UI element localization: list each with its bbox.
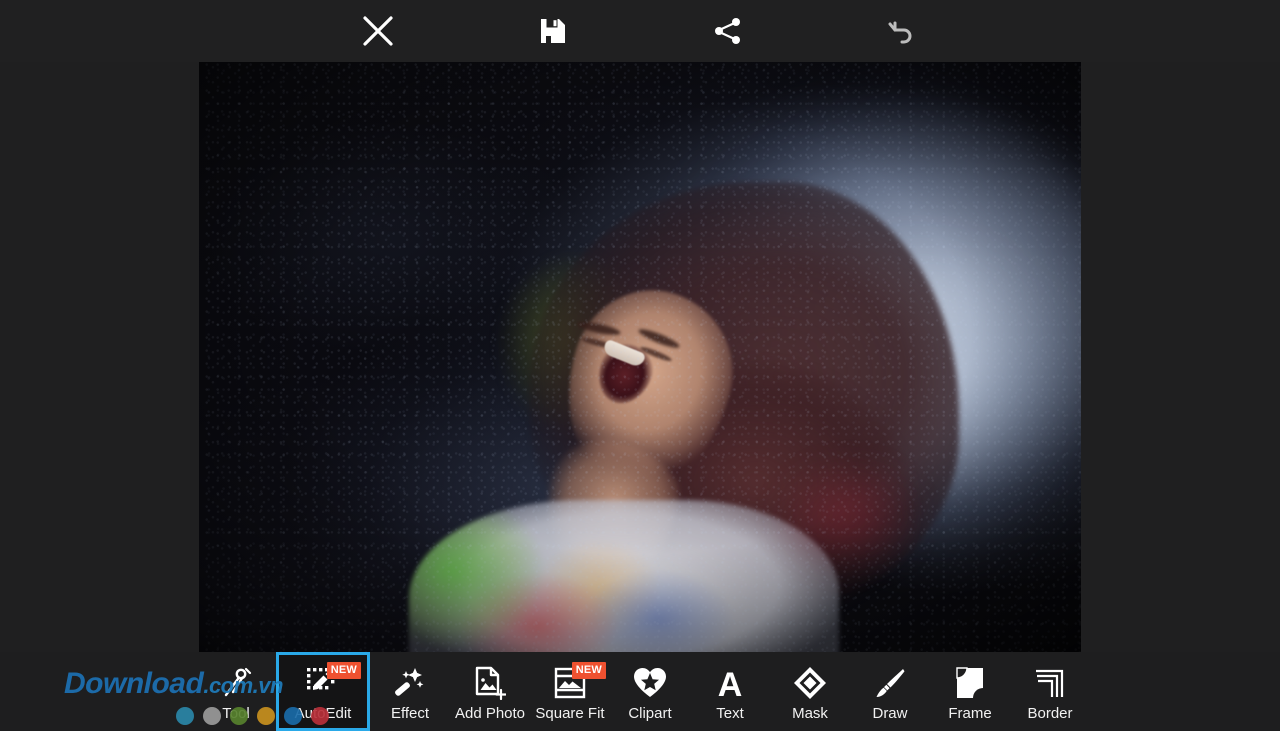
tool-item-tool[interactable]: Tool bbox=[196, 652, 276, 731]
magic-wand-icon bbox=[370, 662, 450, 704]
tool-item-draw[interactable]: Draw bbox=[850, 652, 930, 731]
tool-item-mask[interactable]: Mask bbox=[770, 652, 850, 731]
tool-list: Tool NEW bbox=[196, 652, 1090, 731]
tool-item-label: Text bbox=[716, 705, 744, 723]
tool-item-frame[interactable]: Frame bbox=[930, 652, 1010, 731]
tool-item-label: Add Photo bbox=[455, 705, 525, 723]
top-toolbar bbox=[0, 0, 1280, 62]
close-icon bbox=[361, 14, 395, 48]
undo-icon bbox=[887, 15, 919, 47]
topbar-spacer-right bbox=[990, 0, 1280, 62]
new-badge: NEW bbox=[327, 662, 361, 679]
border-icon bbox=[1010, 662, 1090, 704]
tool-item-label: Clipart bbox=[628, 705, 671, 723]
save-icon bbox=[539, 17, 567, 45]
photo-vignette bbox=[199, 62, 1081, 652]
tool-item-label: Effect bbox=[391, 705, 429, 723]
tool-item-add-photo[interactable]: Add Photo bbox=[450, 652, 530, 731]
share-icon bbox=[713, 16, 743, 46]
topbar-spacer-left bbox=[0, 0, 290, 62]
tool-item-square-fit[interactable]: NEW Square Fit bbox=[530, 652, 610, 731]
photo-canvas[interactable] bbox=[199, 62, 1081, 652]
paintbrush-icon bbox=[850, 662, 930, 704]
tool-item-label: Border bbox=[1027, 705, 1072, 723]
photo-editor-app: Tool NEW bbox=[0, 0, 1280, 731]
tool-item-label: Square Fit bbox=[535, 705, 604, 723]
bottom-toolbar: Tool NEW bbox=[0, 652, 1280, 731]
tool-item-label: Frame bbox=[948, 705, 991, 723]
tool-item-label: Draw bbox=[872, 705, 907, 723]
diamond-mask-icon bbox=[770, 662, 850, 704]
compass-icon bbox=[196, 662, 276, 704]
tool-item-text[interactable]: A Text bbox=[690, 652, 770, 731]
tool-item-label: Tool bbox=[222, 705, 250, 723]
tool-item-label: Mask bbox=[792, 705, 828, 723]
text-a-icon: A bbox=[690, 662, 770, 704]
undo-button[interactable] bbox=[815, 0, 990, 62]
close-button[interactable] bbox=[290, 0, 465, 62]
svg-text:A: A bbox=[718, 666, 743, 700]
share-button[interactable] bbox=[640, 0, 815, 62]
edited-photo bbox=[199, 62, 1081, 652]
save-button[interactable] bbox=[465, 0, 640, 62]
heart-star-icon bbox=[610, 662, 690, 704]
tool-item-border[interactable]: Border bbox=[1010, 652, 1090, 731]
tool-item-effect[interactable]: Effect bbox=[370, 652, 450, 731]
new-badge: NEW bbox=[572, 662, 606, 679]
frame-icon bbox=[930, 662, 1010, 704]
tool-item-autoedit[interactable]: NEW bbox=[276, 652, 370, 731]
tool-item-clipart[interactable]: Clipart bbox=[610, 652, 690, 731]
add-photo-icon bbox=[450, 662, 530, 704]
tool-item-label: AutoEdit bbox=[295, 705, 352, 723]
